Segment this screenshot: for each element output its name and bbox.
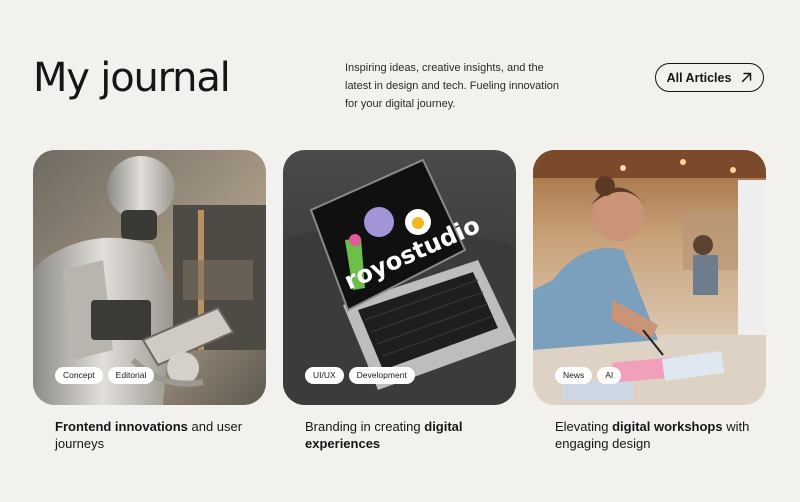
arrow-up-right-icon [742, 72, 752, 83]
page-title: My journal [33, 55, 231, 101]
article-card-3[interactable]: News AI Elevating digital workshops with… [533, 150, 766, 452]
tag-concept[interactable]: Concept [55, 367, 103, 384]
tag-development[interactable]: Development [348, 367, 415, 384]
tag-ai[interactable]: AI [597, 367, 622, 384]
article-image-robot[interactable]: Concept Editorial [33, 150, 266, 405]
all-articles-button[interactable]: All Articles [655, 63, 764, 92]
article-title-1[interactable]: Frontend innovations and user journeys [33, 418, 266, 452]
tag-list: Concept Editorial [55, 367, 155, 384]
tag-list: UI/UX Development [305, 367, 415, 384]
article-title-2[interactable]: Branding in creating digital experiences [283, 418, 516, 452]
tag-list: News AI [555, 367, 622, 384]
intro-text: Inspiring ideas, creative insights, and … [345, 62, 560, 110]
tag-ui-ux[interactable]: UI/UX [305, 367, 344, 384]
tag-news[interactable]: News [555, 367, 593, 384]
article-card-1[interactable]: Concept Editorial Frontend innovations a… [33, 150, 266, 452]
tag-editorial[interactable]: Editorial [107, 367, 155, 384]
article-card-2[interactable]: royostudio UI/UX Development Branding in… [283, 150, 516, 452]
all-articles-label: All Articles [666, 70, 732, 85]
article-image-laptop[interactable]: royostudio UI/UX Development [283, 150, 516, 405]
article-title-3[interactable]: Elevating digital workshops with engagin… [533, 418, 766, 452]
article-image-workshop[interactable]: News AI [533, 150, 766, 405]
